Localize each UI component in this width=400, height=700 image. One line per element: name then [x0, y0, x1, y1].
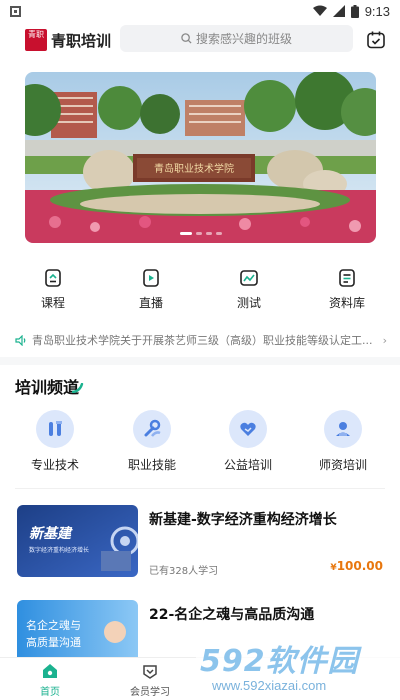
divider-line: [15, 488, 385, 489]
course-title: 新基建-数字经济重构经济增长: [149, 512, 337, 528]
quick-nav: 课程 直播 测试 资料库: [0, 268, 400, 316]
chevron-right-icon: ›: [382, 333, 387, 347]
status-time: 9:13: [364, 3, 390, 19]
campus-sign-text: 青岛职业技术学院: [154, 162, 234, 175]
watermark: 592软件园 www.592xiazai.com: [196, 636, 400, 700]
course-thumbnail: 新基建 数字经济重构经济增长: [17, 505, 138, 577]
watermark-logo: 592软件园: [200, 644, 359, 679]
course-learners: 已有328人学习: [149, 566, 219, 577]
search-placeholder: 搜索感兴趣的班级: [195, 32, 292, 46]
signal-icon: [332, 5, 345, 17]
tab-member-study[interactable]: 会员学习: [115, 662, 185, 698]
thumb-line1: 名企之魂与: [26, 618, 81, 632]
speaker-icon: [15, 334, 26, 346]
channel-skills[interactable]: 职业技能: [112, 410, 192, 473]
tools-icon: [49, 421, 62, 436]
wifi-icon: [312, 5, 327, 16]
watermark-url: www.592xiazai.com: [212, 678, 327, 693]
library-icon: [339, 269, 355, 287]
thumb-line2: 高质量沟通: [26, 635, 81, 649]
member-icon: [143, 665, 157, 679]
quick-nav-test[interactable]: 测试: [209, 268, 289, 311]
course-title: 22-名企之魂与高品质沟通: [149, 607, 315, 623]
quick-nav-course[interactable]: 课程: [13, 268, 93, 311]
title-accent-icon: [72, 383, 84, 393]
search-icon: [181, 33, 192, 44]
channel-public-welfare[interactable]: 公益培训: [208, 410, 288, 473]
app-logo: 青职: [25, 29, 47, 51]
channel-teacher-training[interactable]: 师资培训: [303, 410, 383, 473]
notice-bar[interactable]: 青岛职业技术学院关于开展茶艺师三级（高级）职业技能等级认定工... ›: [15, 331, 387, 349]
qr-code-icon: [10, 5, 21, 17]
app-name: 青职培训: [51, 32, 112, 50]
calendar-check-icon[interactable]: [365, 29, 387, 51]
thumb-title: 新基建: [29, 525, 73, 542]
search-bar[interactable]: 搜索感兴趣的班级: [120, 25, 353, 52]
section-divider: [0, 357, 400, 365]
heart-hands-icon: [240, 422, 256, 436]
app-header: 青职 青职培训 搜索感兴趣的班级: [0, 22, 400, 58]
banner-carousel[interactable]: 青岛职业技术学院: [25, 72, 376, 243]
teacher-icon: [336, 422, 350, 436]
banner-indicator: [25, 232, 376, 235]
battery-icon: [350, 4, 359, 18]
campus-photo: 青岛职业技术学院: [25, 72, 376, 243]
course-icon: [45, 269, 61, 287]
status-bar: 9:13: [0, 0, 400, 22]
tab-home[interactable]: 首页: [15, 662, 85, 698]
channel-professional[interactable]: 专业技术: [15, 410, 95, 473]
course-card[interactable]: 新基建 数字经济重构经济增长 新基建-数字经济重构经济增长 已有328人学习 ¥…: [17, 505, 387, 577]
notice-text: 青岛职业技术学院关于开展茶艺师三级（高级）职业技能等级认定工...: [32, 334, 373, 347]
quick-nav-live[interactable]: 直播: [111, 268, 191, 311]
thumb-subtitle: 数字经济重构经济增长: [29, 546, 89, 554]
section-title: 培训频道: [15, 378, 80, 397]
course-price: ¥100.00: [330, 559, 383, 573]
live-icon: [143, 269, 159, 287]
test-icon: [240, 270, 258, 286]
quick-nav-library[interactable]: 资料库: [307, 268, 387, 311]
wrench-hand-icon: [144, 419, 161, 437]
home-icon: [43, 664, 57, 678]
